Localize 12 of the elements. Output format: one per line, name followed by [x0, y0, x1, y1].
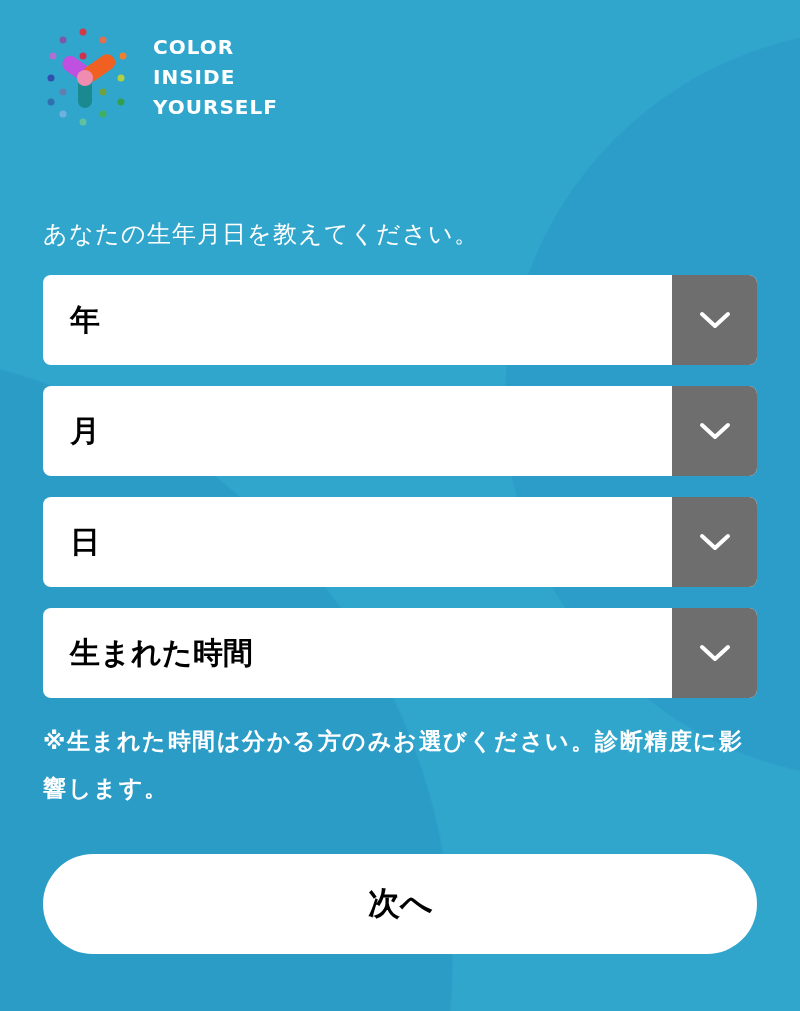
chevron-down-icon [698, 644, 731, 662]
select-field[interactable]: 生まれた時間 [43, 608, 757, 698]
prompt-text: あなたの生年月日を教えてください。 [43, 219, 480, 250]
next-button[interactable]: 次へ [43, 854, 757, 954]
logo-text: COLOR INSIDE YOURSELF [153, 34, 278, 121]
select-field[interactable]: 月 [43, 386, 757, 476]
note-text: ※生まれた時間は分かる方のみお選びください。診断精度に影響します。 [43, 727, 745, 803]
select-field[interactable]: 年 [43, 275, 757, 365]
chevron-down-icon [698, 533, 731, 551]
select-field[interactable]: 日 [43, 497, 757, 587]
chevron-down-icon [698, 422, 731, 440]
chevron-down-icon [698, 311, 731, 329]
